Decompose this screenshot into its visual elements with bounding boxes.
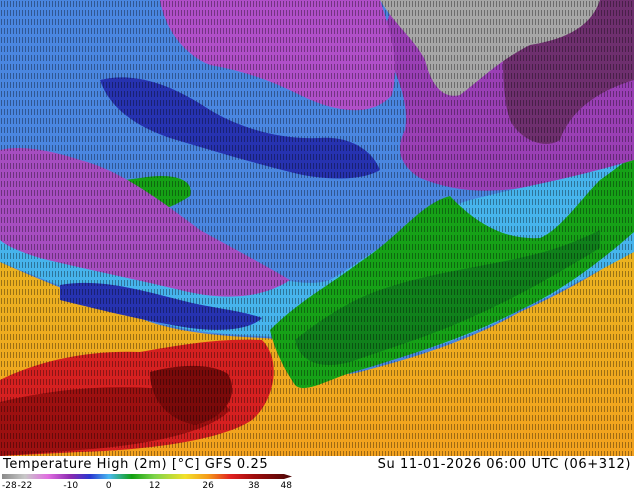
map-title: Temperature High (2m) [°C] GFS 0.25: [3, 457, 269, 472]
scale-tick-label: -28: [2, 481, 17, 490]
valid-time: Su 11-01-2026 06:00 UTC (06+312): [377, 457, 631, 472]
color-scale: -28 -22 -10 0 12 26 38 48: [2, 474, 293, 490]
map-footer: Temperature High (2m) [°C] GFS 0.25 Su 1…: [0, 456, 634, 490]
value-grid-overlay: [0, 0, 634, 456]
scale-tick-label: 48: [281, 481, 293, 490]
scale-tick-label: 38: [248, 481, 260, 490]
scale-tick-label: -10: [63, 481, 78, 490]
temperature-map: [0, 0, 634, 456]
scale-tick-label: 0: [106, 481, 112, 490]
scale-tick-label: 12: [149, 481, 160, 490]
color-scale-bar: [2, 474, 292, 479]
scale-tick-label: -22: [18, 481, 33, 490]
scale-tick-label: 26: [202, 481, 214, 490]
